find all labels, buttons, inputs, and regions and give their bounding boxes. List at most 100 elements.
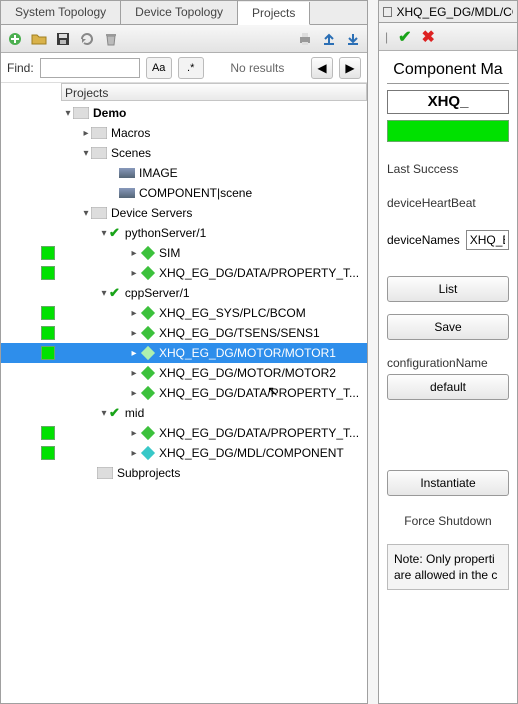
section-title: Component Ma [387, 51, 509, 84]
find-label: Find: [7, 61, 34, 75]
expand-icon[interactable]: ▸ [129, 328, 139, 339]
device-names-input[interactable] [466, 230, 509, 250]
tree-label: COMPONENT|scene [137, 186, 252, 200]
expand-icon[interactable]: ▾ [99, 408, 109, 419]
find-next-button[interactable]: ▶ [339, 57, 361, 79]
expand-icon[interactable]: ▸ [129, 448, 139, 459]
trash-icon[interactable] [103, 31, 119, 47]
expand-icon[interactable]: ▸ [129, 428, 139, 439]
device-icon [141, 366, 155, 380]
refresh-icon[interactable] [79, 31, 95, 47]
tree-item-server[interactable]: ▾ ✔ cppServer/1 [1, 283, 367, 303]
find-prev-button[interactable]: ◀ [311, 57, 333, 79]
expand-icon[interactable]: ▸ [129, 308, 139, 319]
save-button[interactable]: Save [387, 314, 509, 340]
scene-icon [119, 188, 135, 198]
device-icon [141, 426, 155, 440]
project-tree[interactable]: Projects ▾ Demo ▸ Macros ▾ Scenes [1, 83, 367, 703]
expand-icon[interactable]: ▾ [99, 288, 109, 299]
tree-item-device[interactable]: ▸ XHQ_EG_SYS/PLC/BCOM [1, 303, 367, 323]
expand-icon[interactable]: ▾ [81, 148, 91, 159]
status-bar [387, 120, 509, 142]
tree-label: SIM [157, 246, 180, 260]
tab-projects[interactable]: Projects [238, 2, 310, 25]
tree-item-device[interactable]: ▸ XHQ_EG_DG/DATA/PROPERTY_T... [1, 263, 367, 283]
tree-item-scenes[interactable]: ▾ Scenes [1, 143, 367, 163]
status-indicator [41, 426, 55, 440]
tree-item-demo[interactable]: ▾ Demo [1, 103, 367, 123]
tree-label: Demo [91, 106, 126, 120]
print-icon[interactable] [297, 31, 313, 47]
tree-label: XHQ_EG_DG/DATA/PROPERTY_T... [157, 386, 359, 400]
device-icon [141, 346, 155, 360]
regex-toggle[interactable]: .* [178, 57, 204, 79]
force-shutdown-label[interactable]: Force Shutdown [387, 514, 509, 528]
tab-device-topology[interactable]: Device Topology [121, 1, 238, 24]
tree-item-scene[interactable]: COMPONENT|scene [1, 183, 367, 203]
device-icon [141, 446, 155, 460]
tree-item-subprojects[interactable]: Subprojects [1, 463, 367, 483]
tree-label: Subprojects [115, 466, 180, 480]
expand-icon[interactable]: ▸ [81, 128, 91, 139]
upload-icon[interactable] [321, 31, 337, 47]
scene-icon [119, 168, 135, 178]
tree-label: pythonServer/1 [123, 226, 206, 240]
device-name-box: XHQ_ [387, 90, 509, 114]
open-icon[interactable] [31, 31, 47, 47]
tree-label: XHQ_EG_DG/MOTOR/MOTOR2 [157, 366, 336, 380]
match-case-toggle[interactable]: Aa [146, 57, 172, 79]
tree-item-device[interactable]: ▸ XHQ_EG_DG/MOTOR/MOTOR2 [1, 363, 367, 383]
tree-column-header: Projects [61, 83, 367, 101]
expand-icon[interactable]: ▸ [129, 368, 139, 379]
tree-item-server[interactable]: ▾ ✔ pythonServer/1 [1, 223, 367, 243]
divider-icon: | [385, 30, 388, 44]
tree-item-device[interactable]: ▸ XHQ_EG_DG/DATA/PROPERTY_T... [1, 383, 367, 403]
close-icon[interactable]: ✖ [422, 27, 435, 47]
tree-item-device-selected[interactable]: ▸ XHQ_EG_DG/MOTOR/MOTOR1 [1, 343, 367, 363]
expand-icon[interactable]: ▸ [129, 348, 139, 359]
device-names-label: deviceNames [387, 233, 460, 247]
tree-label: IMAGE [137, 166, 178, 180]
ok-icon: ✔ [109, 285, 120, 301]
tree-label: XHQ_EG_DG/TSENS/SENS1 [157, 326, 320, 340]
tree-label: XHQ_EG_SYS/PLC/BCOM [157, 306, 306, 320]
expand-icon[interactable]: ▸ [129, 248, 139, 259]
tree-item-device[interactable]: ▸ XHQ_EG_DG/DATA/PROPERTY_T... [1, 423, 367, 443]
tree-label: XHQ_EG_DG/DATA/PROPERTY_T... [157, 426, 359, 440]
tree-item-device-servers[interactable]: ▾ Device Servers [1, 203, 367, 223]
download-icon[interactable] [345, 31, 361, 47]
expand-icon[interactable]: ▾ [63, 108, 73, 119]
tree-item-device[interactable]: ▸ XHQ_EG_DG/MDL/COMPONENT [1, 443, 367, 463]
expand-icon[interactable]: ▾ [81, 208, 91, 219]
tree-label: XHQ_EG_DG/MOTOR/MOTOR1 [157, 346, 336, 360]
status-indicator [41, 326, 55, 340]
heartbeat-label: deviceHeartBeat [387, 196, 509, 210]
tree-label: Scenes [109, 146, 151, 160]
config-name-value[interactable]: default [387, 374, 509, 400]
instantiate-button[interactable]: Instantiate [387, 470, 509, 496]
tab-system-topology[interactable]: System Topology [1, 1, 121, 24]
find-input[interactable] [40, 58, 140, 78]
tree-item-server[interactable]: ▾ ✔ mid [1, 403, 367, 423]
last-success-label: Last Success [387, 162, 509, 176]
right-tab[interactable]: XHQ_EG_DG/MDL/CO [379, 1, 517, 23]
expand-icon[interactable]: ▸ [129, 388, 139, 399]
expand-icon[interactable]: ▾ [99, 228, 109, 239]
find-bar: Find: Aa .* No results ◀ ▶ [1, 53, 367, 83]
tree-item-device[interactable]: ▸ SIM [1, 243, 367, 263]
new-icon[interactable] [7, 31, 23, 47]
find-status: No results [210, 61, 305, 75]
tree-item-device[interactable]: ▸ XHQ_EG_DG/TSENS/SENS1 [1, 323, 367, 343]
tree-label: cppServer/1 [123, 286, 190, 300]
expand-icon[interactable]: ▸ [129, 268, 139, 279]
tree-label: XHQ_EG_DG/MDL/COMPONENT [157, 446, 344, 460]
tree-label: Macros [109, 126, 150, 140]
apply-icon[interactable]: ✔ [398, 27, 411, 47]
tree-label: Device Servers [109, 206, 192, 220]
tree-item-scene[interactable]: IMAGE [1, 163, 367, 183]
projects-toolbar [1, 25, 367, 53]
save-icon[interactable] [55, 31, 71, 47]
right-toolbar: | ✔ ✖ [379, 23, 517, 51]
list-button[interactable]: List [387, 276, 509, 302]
tree-item-macros[interactable]: ▸ Macros [1, 123, 367, 143]
